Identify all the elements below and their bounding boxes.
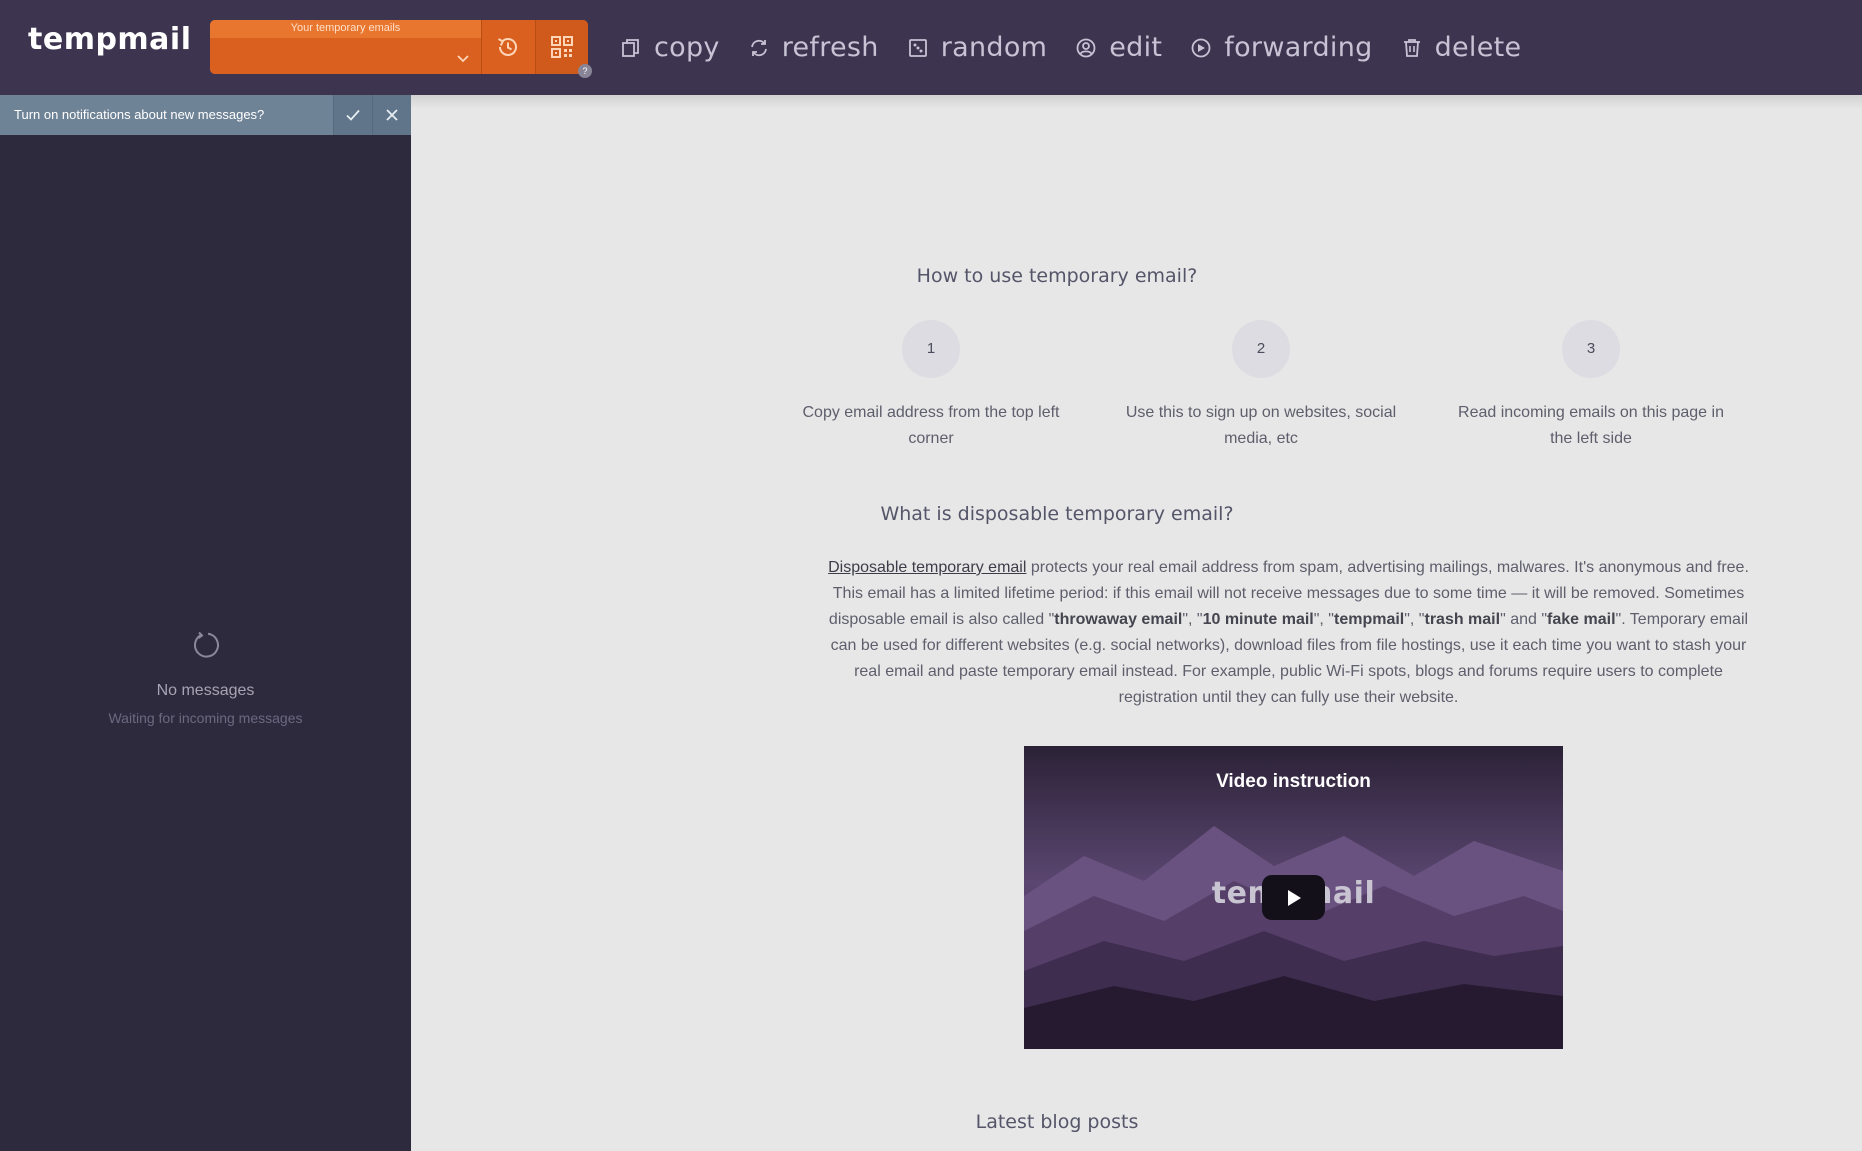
refresh-button[interactable]: refresh [748,32,879,63]
trash-icon [1403,38,1420,57]
notification-text: Turn on notifications about new messages… [14,107,265,122]
qr-help-badge[interactable]: ? [578,64,592,78]
history-icon [498,38,517,56]
step-item: 2 Use this to sign up on websites, socia… [1121,320,1401,452]
disposable-email-link[interactable]: Disposable temporary email [828,559,1026,576]
refresh-icon [750,39,767,56]
email-box: Your temporary emails [210,20,588,74]
step-text: Copy email address from the top left cor… [802,404,1060,447]
check-icon [346,109,360,121]
howto-steps: 1 Copy email address from the top left c… [791,320,1781,450]
about-paragraph: Disposable temporary email protects your… [828,559,1749,706]
main-content: How to use temporary email? 1 Copy email… [411,95,1862,1151]
chevron-down-icon [457,55,469,63]
forwarding-button[interactable]: forwarding [1190,32,1372,63]
video-title: Video instruction [1216,771,1371,792]
step-number: 1 [902,320,960,378]
logo[interactable]: tempmail [28,22,192,57]
step-number: 2 [1232,320,1290,378]
step-number: 3 [1562,320,1620,378]
header-shadow [411,95,1862,109]
about-title: What is disposable temporary email? [880,503,1234,525]
dice-icon [908,38,927,57]
random-button[interactable]: random [907,32,1048,63]
delete-button[interactable]: delete [1401,32,1522,63]
step-text: Use this to sign up on websites, social … [1125,404,1397,447]
history-button[interactable] [481,20,534,74]
action-bar: copy refresh random edit forwarding dele… [620,0,1549,95]
close-icon [386,109,398,121]
step-item: 3 Read incoming emails on this page in t… [1451,320,1731,452]
notification-banner: Turn on notifications about new messages… [0,95,411,135]
copy-icon [622,38,639,57]
forward-icon [1191,38,1211,57]
edit-button[interactable]: edit [1075,32,1162,63]
step-text: Read incoming emails on this page in the… [1458,404,1724,447]
top-bar: tempmail Your temporary emails ? copy re… [0,0,1862,95]
play-button[interactable] [1262,875,1325,920]
user-edit-icon [1076,38,1096,57]
notification-accept-button[interactable] [333,95,372,135]
step-item: 1 Copy email address from the top left c… [791,320,1071,452]
email-select[interactable]: Your temporary emails [210,20,481,74]
play-icon [1287,889,1301,906]
video-player[interactable]: Video instruction tempmail [1024,746,1563,1049]
no-messages-subtitle: Waiting for incoming messages [108,710,303,726]
email-label: Your temporary emails [290,22,401,34]
blog-title: Latest blog posts [975,1111,1139,1133]
howto-title: How to use temporary email? [916,265,1198,287]
empty-inbox: No messages Waiting for incoming message… [0,630,411,726]
loading-spinner-icon [193,631,219,658]
inbox-sidebar: Turn on notifications about new messages… [0,95,411,1151]
no-messages-title: No messages [156,682,255,699]
copy-button[interactable]: copy [620,32,720,63]
notification-dismiss-button[interactable] [372,95,411,135]
qr-code-icon [551,36,573,58]
